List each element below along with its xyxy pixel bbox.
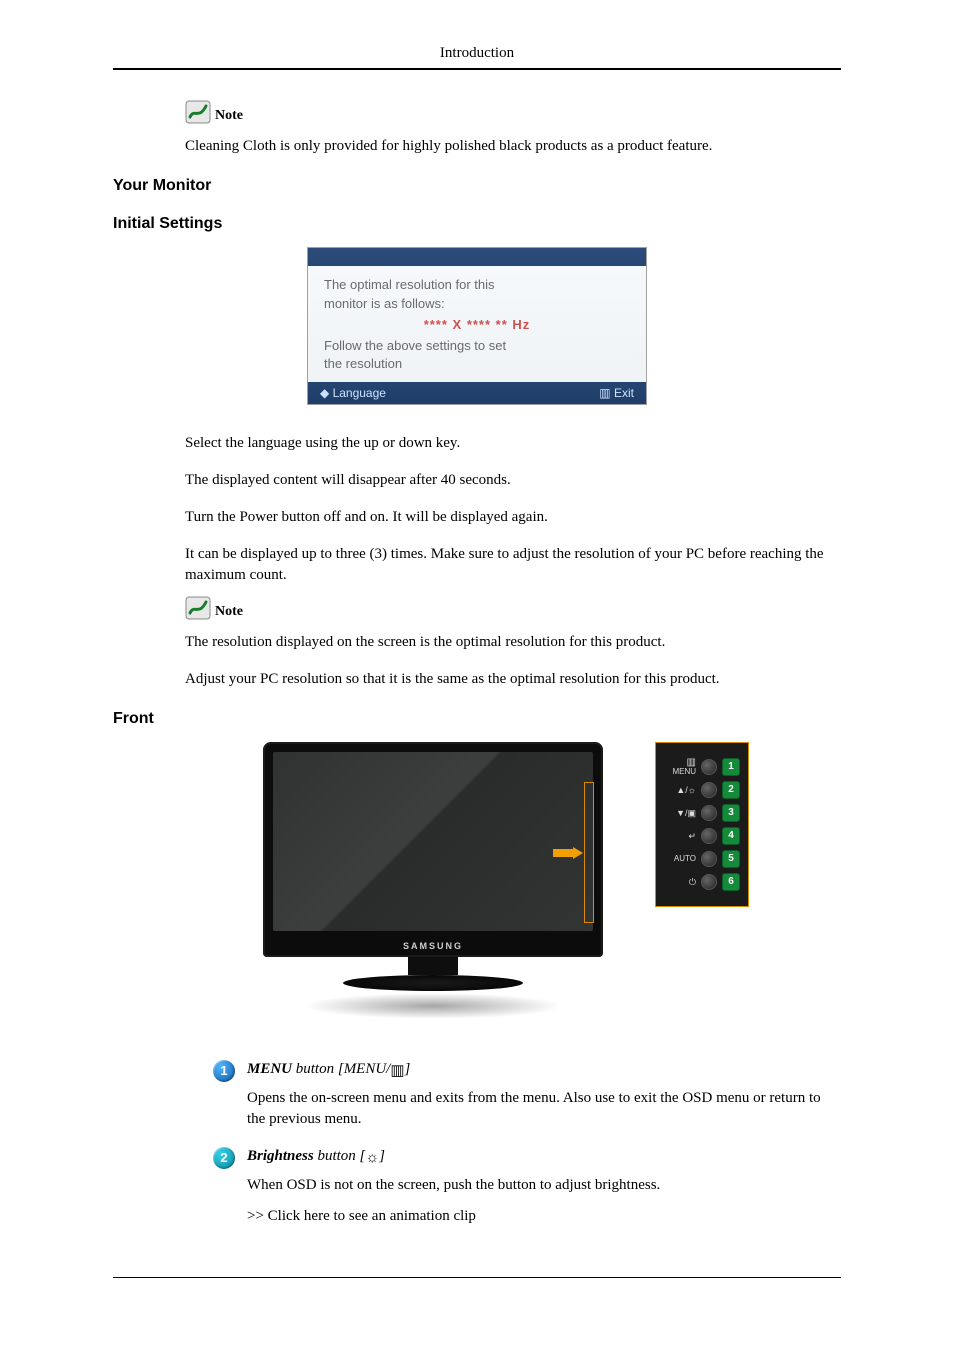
- panel-number-badge: 3: [722, 804, 740, 822]
- document-page: Introduction Note Cleaning Cloth is only…: [0, 0, 954, 1328]
- panel-button: [701, 828, 717, 844]
- list-item-desc: When OSD is not on the screen, push the …: [247, 1175, 841, 1196]
- panel-label: ▥ MENU: [664, 758, 696, 776]
- panel-button: [701, 759, 717, 775]
- panel-number-badge: 4: [722, 827, 740, 845]
- monitor-button-panel: ▥ MENU 1 ▲/☼ 2 ▼/▣ 3 ↵ 4: [655, 742, 749, 907]
- panel-label: ▼/▣: [664, 809, 696, 818]
- list-number-badge: 2: [213, 1147, 235, 1169]
- callout-arrow-icon: [553, 847, 583, 859]
- list-item: 2 Brightness button [☼] When OSD is not …: [213, 1146, 841, 1237]
- osd-popup-figure: The optimal resolution for this monitor …: [307, 247, 647, 405]
- panel-number-badge: 2: [722, 781, 740, 799]
- note-label: Note: [215, 108, 243, 124]
- monitor-shadow: [303, 993, 563, 1019]
- osd-footer-exit: ▥ Exit: [599, 386, 634, 400]
- paragraph: Turn the Power button off and on. It wil…: [185, 507, 841, 528]
- panel-number-badge: 1: [722, 758, 740, 776]
- note-icon: [185, 100, 211, 124]
- panel-row-up: ▲/☼ 2: [664, 781, 740, 799]
- animation-clip-link[interactable]: >> Click here to see an animation clip: [247, 1206, 841, 1227]
- header-rule: [113, 68, 841, 70]
- osd-line: monitor is as follows:: [324, 295, 630, 314]
- heading-front: Front: [113, 710, 841, 728]
- brightness-glyph-icon: ☼: [365, 1150, 379, 1167]
- panel-row-auto: AUTO 5: [664, 850, 740, 868]
- footer-rule: [113, 1277, 841, 1278]
- monitor-front-figure: SAMSUNG ▥ MENU 1: [263, 742, 841, 1019]
- monitor-screen: [273, 752, 593, 931]
- note-icon: [185, 596, 211, 620]
- paragraph: The resolution displayed on the screen i…: [185, 632, 841, 653]
- panel-row-down: ▼/▣ 3: [664, 804, 740, 822]
- osd-titlebar: [308, 248, 646, 266]
- menu-glyph-icon: ▥: [390, 1061, 404, 1080]
- note-label: Note: [215, 604, 243, 620]
- panel-label: ▲/☼: [664, 786, 696, 795]
- front-button-list: 1 MENU button [MENU/▥] Opens the on-scre…: [213, 1059, 841, 1237]
- list-item: 1 MENU button [MENU/▥] Opens the on-scre…: [213, 1059, 841, 1140]
- monitor-neck: [408, 957, 458, 975]
- monitor-bezel: SAMSUNG: [263, 742, 603, 957]
- panel-label: ↵: [664, 832, 696, 841]
- osd-line: Follow the above settings to set: [324, 337, 630, 356]
- paragraph: The displayed content will disappear aft…: [185, 470, 841, 491]
- paragraph: Adjust your PC resolution so that it is …: [185, 669, 841, 690]
- osd-line: the resolution: [324, 355, 630, 374]
- note-block-1: Note Cleaning Cloth is only provided for…: [185, 100, 841, 157]
- heading-initial-settings: Initial Settings: [113, 215, 841, 233]
- panel-button: [701, 851, 717, 867]
- panel-number-badge: 5: [722, 850, 740, 868]
- panel-button: [701, 874, 717, 890]
- note-1-text: Cleaning Cloth is only provided for high…: [185, 136, 841, 157]
- osd-footer-language: ◆ Language: [320, 386, 386, 400]
- paragraph: Select the language using the up or down…: [185, 433, 841, 454]
- list-number-badge: 1: [213, 1060, 235, 1082]
- panel-button: [701, 805, 717, 821]
- monitor-base: [343, 975, 523, 991]
- list-item-desc: Opens the on-screen menu and exits from …: [247, 1088, 841, 1130]
- panel-row-enter: ↵ 4: [664, 827, 740, 845]
- panel-label: AUTO: [664, 855, 696, 863]
- monitor-button-strip-highlight: [584, 782, 594, 923]
- panel-number-badge: 6: [722, 873, 740, 891]
- list-item-title: MENU button [MENU/▥]: [247, 1061, 841, 1080]
- osd-resolution-placeholder: **** X **** ** Hz: [324, 316, 630, 335]
- panel-row-power: ⏻ 6: [664, 873, 740, 891]
- panel-row-menu: ▥ MENU 1: [664, 758, 740, 776]
- heading-your-monitor: Your Monitor: [113, 177, 841, 195]
- initial-settings-body: Select the language using the up or down…: [185, 433, 841, 690]
- paragraph: It can be displayed up to three (3) time…: [185, 544, 841, 586]
- list-item-title: Brightness button [☼]: [247, 1148, 841, 1167]
- osd-line: The optimal resolution for this: [324, 276, 630, 295]
- monitor-brand-logo: SAMSUNG: [263, 941, 603, 951]
- osd-exit-icon: ▥: [599, 386, 610, 400]
- page-header-title: Introduction: [113, 45, 841, 62]
- panel-button: [701, 782, 717, 798]
- panel-label: ⏻: [664, 878, 696, 887]
